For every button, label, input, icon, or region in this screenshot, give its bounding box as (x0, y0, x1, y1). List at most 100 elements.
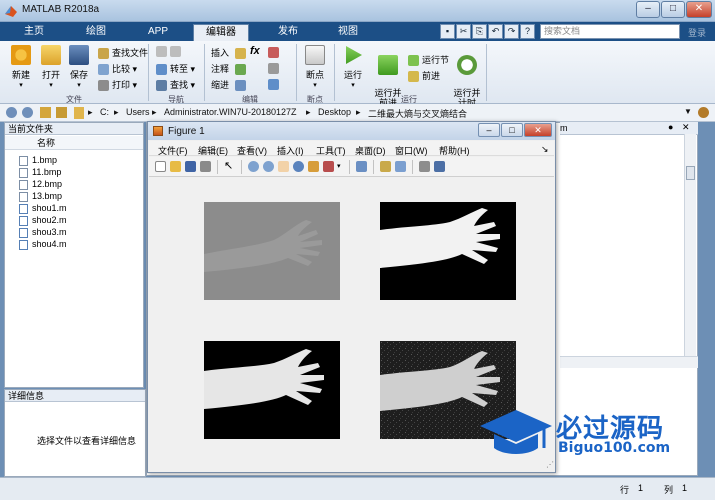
list-item[interactable]: 1.bmp (19, 154, 57, 166)
new-button[interactable]: 新建 ▾ (6, 45, 36, 89)
advance-button[interactable]: 前进 (408, 69, 440, 83)
wrap-icon[interactable] (268, 47, 279, 58)
breadcrumb-drive[interactable]: C: (100, 107, 109, 117)
panel-menu-icon[interactable]: ● (668, 122, 673, 132)
list-item[interactable]: shou4.m (19, 238, 67, 250)
search-folder-icon[interactable] (698, 107, 709, 118)
up-folder-icon[interactable] (40, 107, 51, 118)
run-section-button[interactable]: 运行节 (408, 53, 449, 67)
search-documentation-input[interactable]: 搜索文档 (540, 24, 680, 39)
signin-link[interactable]: 登录 (688, 26, 706, 39)
tab-plots[interactable]: 绘图 (74, 24, 118, 41)
breakpoints-button[interactable]: 断点 ▾ (300, 45, 330, 89)
name-column-header[interactable]: 名称 (5, 136, 143, 150)
zoom-out-icon[interactable] (263, 161, 274, 172)
undo-icon[interactable]: ↶ (488, 24, 503, 39)
run-button[interactable]: 运行 ▾ (338, 45, 368, 89)
scroll-thumb[interactable] (686, 166, 695, 180)
print-button[interactable]: 打印 ▾ (98, 78, 137, 92)
menu-window[interactable]: 窗口(W) (395, 144, 428, 157)
pan-hand-icon[interactable] (278, 161, 289, 172)
browse-folder-icon[interactable] (56, 107, 67, 118)
decrease-indent-icon[interactable] (268, 79, 279, 90)
find-files-icon (98, 48, 109, 60)
breadcrumb-sep: ▸ (306, 107, 311, 117)
breadcrumb-desktop[interactable]: Desktop (318, 107, 351, 117)
figure-title-bar: Figure 1 – □ ✕ (148, 122, 555, 140)
data-cursor-icon[interactable] (308, 161, 319, 172)
script-file-icon (19, 227, 28, 238)
list-item[interactable]: shou2.m (19, 214, 67, 226)
tab-home[interactable]: 主页 (14, 24, 54, 41)
list-item[interactable]: 13.bmp (19, 190, 62, 202)
back-arrow-icon[interactable] (6, 107, 17, 118)
save-button[interactable]: 保存 ▾ (64, 45, 94, 89)
editor-tab-fragment[interactable]: m (560, 123, 568, 133)
hide-plot-tools-icon[interactable] (419, 161, 430, 172)
list-item[interactable]: shou3.m (19, 226, 67, 238)
breadcrumb-users[interactable]: Users (126, 107, 150, 117)
find-button[interactable]: 查找 ▾ (156, 78, 195, 92)
save-quick-icon[interactable]: ▪ (440, 24, 455, 39)
pointer-icon[interactable]: ↖ (224, 161, 235, 172)
forward-arrow-icon[interactable] (22, 107, 33, 118)
redo-icon[interactable]: ↷ (504, 24, 519, 39)
save-disk-icon (69, 45, 89, 65)
list-item[interactable]: 11.bmp (19, 166, 61, 178)
menu-dock-icon[interactable]: ↘ (541, 144, 549, 155)
figure-minimize-button[interactable]: – (478, 123, 500, 137)
horizontal-scrollbar[interactable] (560, 356, 698, 368)
tab-editor[interactable]: 编辑器 (193, 24, 249, 41)
vertical-scrollbar[interactable] (684, 134, 696, 356)
new-figure-icon[interactable] (155, 161, 166, 172)
close-button[interactable]: ✕ (686, 1, 712, 18)
find-files-button[interactable]: 查找文件 (98, 46, 148, 60)
help-icon[interactable]: ? (520, 24, 535, 39)
figure-close-button[interactable]: ✕ (524, 123, 552, 137)
colorbar-icon[interactable] (380, 161, 391, 172)
tab-view[interactable]: 视图 (326, 24, 370, 41)
menu-insert[interactable]: 插入(I) (277, 144, 304, 157)
uncomment-icon[interactable] (268, 63, 279, 74)
breadcrumb-folder[interactable]: 二维最大熵与交叉熵结合 (368, 107, 467, 120)
copy-icon[interactable]: ⎘ (472, 24, 487, 39)
insert-button[interactable]: 插入 (211, 46, 249, 60)
brush-dropdown-icon[interactable]: ▾ (337, 161, 348, 172)
compare-button[interactable]: 比较 ▾ (98, 62, 137, 76)
breadcrumb-admin[interactable]: Administrator.WIN7U-20180127Z (164, 107, 297, 117)
details-message: 选择文件以查看详细信息 (37, 436, 137, 446)
indent-button[interactable]: 缩进 (211, 78, 249, 92)
comment-button[interactable]: 注释 (211, 62, 249, 76)
open-button[interactable]: 打开 ▾ (36, 45, 66, 89)
menu-desktop[interactable]: 桌面(D) (355, 144, 386, 157)
rotate-3d-icon[interactable] (293, 161, 304, 172)
menu-edit[interactable]: 编辑(E) (198, 144, 228, 157)
address-dropdown-icon[interactable]: ▼ (684, 107, 692, 116)
maximize-button[interactable]: □ (661, 1, 685, 18)
link-plot-icon[interactable] (356, 161, 367, 172)
group-separator (296, 44, 297, 101)
menu-help[interactable]: 帮助(H) (439, 144, 470, 157)
legend-icon[interactable] (395, 161, 406, 172)
brush-icon[interactable] (323, 161, 334, 172)
list-item[interactable]: 12.bmp (19, 178, 62, 190)
image-file-icon (19, 191, 28, 202)
minimize-button[interactable]: – (636, 1, 660, 18)
menu-tools[interactable]: 工具(T) (316, 144, 346, 157)
show-plot-tools-icon[interactable] (434, 161, 445, 172)
tab-apps[interactable]: APP (138, 24, 178, 41)
menu-file[interactable]: 文件(F) (158, 144, 188, 157)
cut-icon[interactable]: ✂ (456, 24, 471, 39)
save-figure-icon[interactable] (185, 161, 196, 172)
panel-close-icon[interactable]: ✕ (682, 122, 690, 133)
list-item[interactable]: shou1.m (19, 202, 67, 214)
print-figure-icon[interactable] (200, 161, 211, 172)
tab-publish[interactable]: 发布 (266, 24, 310, 41)
open-file-icon[interactable] (170, 161, 181, 172)
menu-view[interactable]: 查看(V) (237, 144, 267, 157)
figure-maximize-button[interactable]: □ (501, 123, 523, 137)
goto-button[interactable]: 转至 ▾ (156, 62, 195, 76)
back-forward-button[interactable] (156, 46, 184, 58)
fx-button[interactable]: fx (250, 45, 260, 57)
zoom-in-icon[interactable] (248, 161, 259, 172)
